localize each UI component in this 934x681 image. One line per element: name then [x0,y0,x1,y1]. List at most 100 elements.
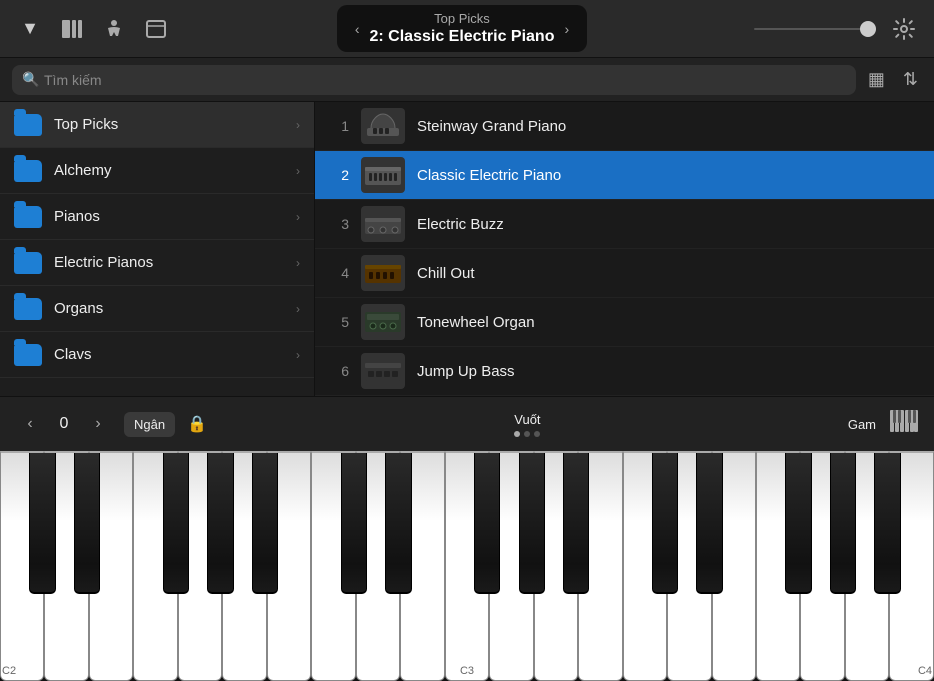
piano-key-F4[interactable] [756,451,800,681]
instrument-thumbnail [361,304,405,340]
piano-key-Fs2[interactable] [163,453,189,594]
swipe-label: Vuốt [514,412,540,427]
sidebar-chevron: › [296,210,300,224]
item-number: 6 [329,363,349,379]
sidebar-label: Alchemy [54,162,284,179]
sidebar-chevron: › [296,302,300,316]
settings-icon[interactable] [890,15,918,43]
folder-icon [14,298,42,320]
category-title: Top Picks [370,11,555,27]
folder-icon [14,114,42,136]
folder-icon [14,160,42,182]
list-item[interactable]: 6 Jump Up Bass [315,347,934,396]
bottom-toolbar: ‹ 0 › Ngân 🔒 Vuốt Gam [0,396,934,451]
slider-track [754,28,874,30]
lock-icon[interactable]: 🔒 [187,414,207,434]
search-input[interactable] [12,65,856,95]
piano-key-Cs4[interactable] [652,453,678,594]
item-number: 1 [329,118,349,134]
instrument-name: Electric Buzz [417,216,504,233]
instrument-thumbnail [361,255,405,291]
sidebar-item-electric-pianos[interactable]: Electric Pianos › [0,240,314,286]
sidebar-chevron: › [296,348,300,362]
sidebar-item-organs[interactable]: Organs › [0,286,314,332]
piano-key-Fs3[interactable] [474,453,500,594]
dot-2 [524,431,530,437]
sidebar-item-alchemy[interactable]: Alchemy › [0,148,314,194]
piano-key-Ds3[interactable] [385,453,411,594]
library-icon[interactable] [58,15,86,43]
nav-right-button[interactable]: › [84,410,112,438]
sidebar: Top Picks › Alchemy › Pianos › Electric … [0,102,315,396]
sidebar-item-clavs[interactable]: Clavs › [0,332,314,378]
sidebar-label: Electric Pianos [54,254,284,271]
instrument-name: Steinway Grand Piano [417,118,566,135]
list-item[interactable]: 5 Tonewheel Organ [315,298,934,347]
dropdown-icon[interactable]: ▼ [16,15,44,43]
piano-key-Gs2[interactable] [207,453,233,594]
piano-key-Cs3[interactable] [341,453,367,594]
list-item[interactable]: 1 Steinway Grand Piano [315,102,934,151]
piano-key-Ds2[interactable] [74,453,100,594]
instrument-list: 1 Steinway Grand Piano 2 [315,102,934,396]
sidebar-label: Pianos [54,208,284,225]
chevron-right-btn[interactable]: › [564,21,569,37]
piano-key-Fs4[interactable] [785,453,811,594]
instrument-thumbnail [361,108,405,144]
center-text: Top Picks 2: Classic Electric Piano [370,11,555,46]
sidebar-label: Top Picks [54,116,284,133]
octave-display: 0 [56,415,72,433]
piano-key-Cs2[interactable] [29,453,55,594]
nav-left-button[interactable]: ‹ [16,410,44,438]
list-item[interactable]: 4 Chill Out [315,249,934,298]
instrument-name: Chill Out [417,265,475,282]
instrument-thumbnail [361,157,405,193]
item-number: 2 [329,167,349,183]
piano-key-Ds4[interactable] [696,453,722,594]
search-bar-right: ▦ ⇅ [864,65,922,94]
volume-slider[interactable] [754,28,874,30]
piano-key-As4[interactable] [874,453,900,594]
instrument-selector[interactable]: ‹ Top Picks 2: Classic Electric Piano › [337,5,587,52]
item-number: 5 [329,314,349,330]
bank-button[interactable]: Ngân [124,412,175,437]
piano-keyboard[interactable]: .wkey { flex:1; background:linear-gradie… [0,451,934,681]
toolbar-center: Vuốt [219,412,836,437]
piano-key-F3[interactable] [445,451,489,681]
sidebar-chevron: › [296,164,300,178]
instrument-title: 2: Classic Electric Piano [370,27,555,46]
sidebar-item-top-picks[interactable]: Top Picks › [0,102,314,148]
piano-key-C4[interactable] [623,451,667,681]
piano-key-C2[interactable] [0,451,44,681]
piano-key-F2[interactable] [133,451,177,681]
main-content: Top Picks › Alchemy › Pianos › Electric … [0,102,934,396]
toolbar-right: Gam [848,410,918,438]
search-bar: 🔍 ▦ ⇅ [0,58,934,102]
chevron-left-btn[interactable]: ‹ [355,21,360,37]
piano-key-As3[interactable] [563,453,589,594]
piano-key-Gs3[interactable] [519,453,545,594]
window-icon[interactable] [142,15,170,43]
top-bar-right [754,15,918,43]
folder-icon [14,344,42,366]
sidebar-item-pianos[interactable]: Pianos › [0,194,314,240]
item-number: 3 [329,216,349,232]
list-item-selected[interactable]: 2 Classic Electric Piano [315,151,934,200]
sidebar-chevron: › [296,118,300,132]
folder-icon [14,206,42,228]
search-wrap: 🔍 [12,65,856,95]
figure-icon[interactable] [100,15,128,43]
piano-key-Gs4[interactable] [830,453,856,594]
instrument-thumbnail [361,206,405,242]
piano-view-icon[interactable] [890,410,918,438]
scale-label: Gam [848,417,876,432]
sort-icon[interactable]: ⇅ [899,65,922,94]
grid-view-icon[interactable]: ▦ [864,65,889,94]
list-item[interactable]: 3 Electric Buzz [315,200,934,249]
sidebar-label: Clavs [54,346,284,363]
slider-thumb[interactable] [860,21,876,37]
piano-key-C3[interactable] [311,451,355,681]
piano-key-As2[interactable] [252,453,278,594]
instrument-name: Classic Electric Piano [417,167,561,184]
instrument-name: Tonewheel Organ [417,314,535,331]
